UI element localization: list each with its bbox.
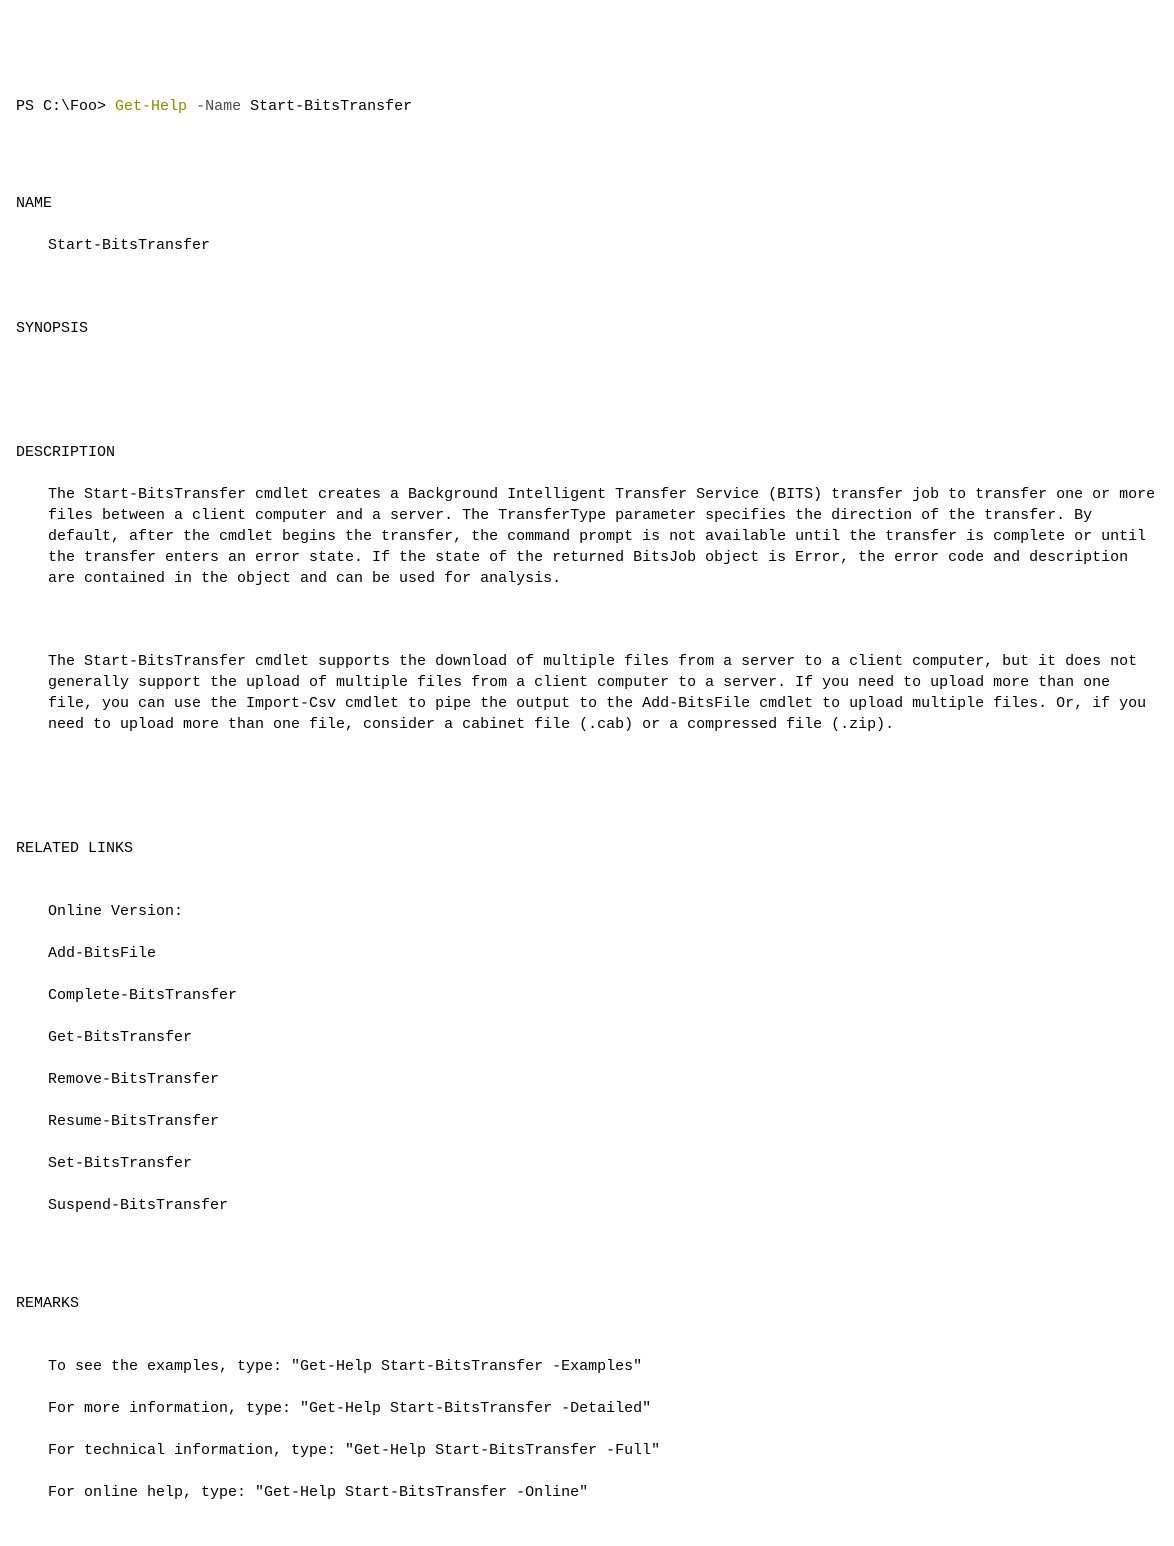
remarks-heading: REMARKS xyxy=(16,1293,1158,1314)
description-heading: DESCRIPTION xyxy=(16,442,1158,463)
related-links-list: Online Version: Add-BitsFile Complete-Bi… xyxy=(16,880,1158,1237)
command-argument: Start-BitsTransfer xyxy=(241,98,412,115)
prompt-path: C:\Foo> xyxy=(43,98,115,115)
synopsis-heading: SYNOPSIS xyxy=(16,318,1158,339)
remarks-line: To see the examples, type: "Get-Help Sta… xyxy=(48,1356,1158,1377)
description-paragraph-1: The Start-BitsTransfer cmdlet creates a … xyxy=(16,484,1158,589)
prompt-prefix: PS xyxy=(16,98,43,115)
related-link: Online Version: xyxy=(48,901,1158,922)
name-value: Start-BitsTransfer xyxy=(16,235,1158,256)
command-cmdlet: Get-Help xyxy=(115,98,187,115)
description-paragraph-2: The Start-BitsTransfer cmdlet supports t… xyxy=(16,651,1158,735)
related-link: Suspend-BitsTransfer xyxy=(48,1195,1158,1216)
remarks-list: To see the examples, type: "Get-Help Sta… xyxy=(16,1335,1158,1524)
related-link: Complete-BitsTransfer xyxy=(48,985,1158,1006)
related-link: Add-BitsFile xyxy=(48,943,1158,964)
related-link: Get-BitsTransfer xyxy=(48,1027,1158,1048)
remarks-line: For online help, type: "Get-Help Start-B… xyxy=(48,1482,1158,1503)
remarks-line: For technical information, type: "Get-He… xyxy=(48,1440,1158,1461)
description-gap xyxy=(16,610,1158,630)
related-links-heading: RELATED LINKS xyxy=(16,838,1158,859)
remarks-line: For more information, type: "Get-Help St… xyxy=(48,1398,1158,1419)
related-link: Set-BitsTransfer xyxy=(48,1153,1158,1174)
command-param-flag: - xyxy=(187,98,205,115)
related-link: Resume-BitsTransfer xyxy=(48,1111,1158,1132)
command-prompt-line[interactable]: PS C:\Foo> Get-Help -Name Start-BitsTran… xyxy=(16,96,1158,117)
command-param-name: Name xyxy=(205,98,241,115)
name-heading: NAME xyxy=(16,193,1158,214)
description-trailing-gap xyxy=(16,756,1158,776)
synopsis-blank xyxy=(16,360,1158,380)
related-link: Remove-BitsTransfer xyxy=(48,1069,1158,1090)
